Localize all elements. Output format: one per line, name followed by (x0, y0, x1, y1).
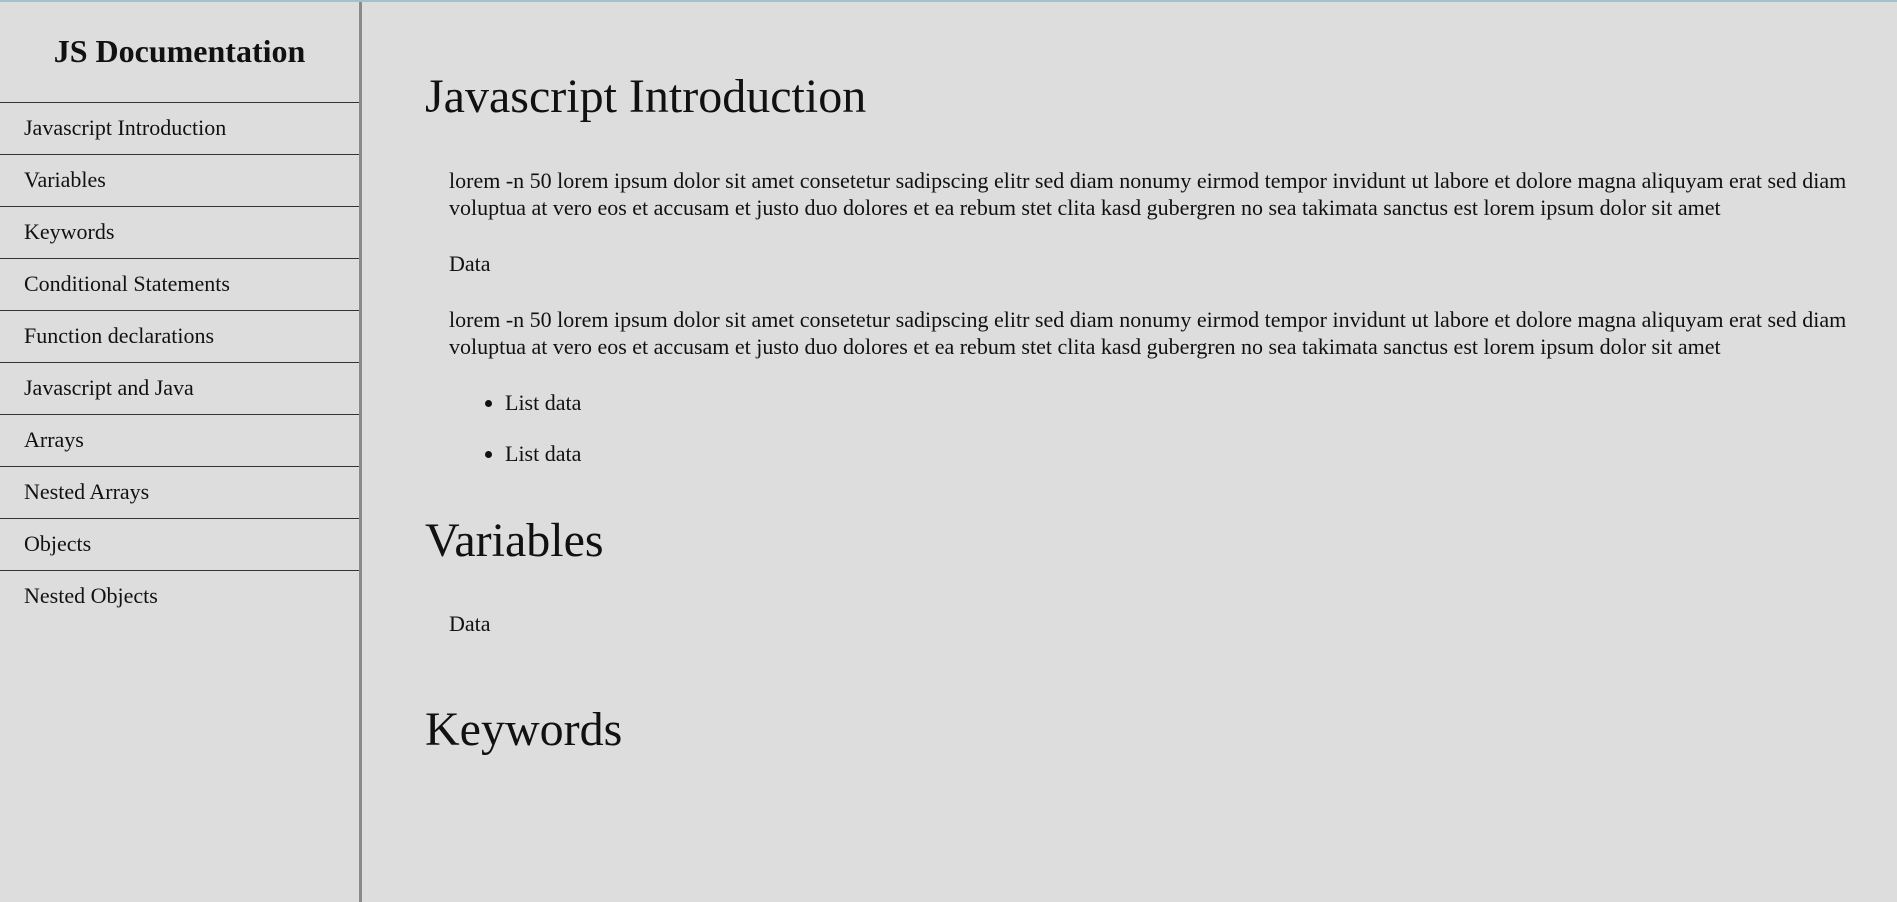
section-paragraph: lorem -n 50 lorem ipsum dolor sit amet c… (449, 307, 1847, 359)
section-variables: Variables Data (362, 491, 1897, 637)
nav-item: Arrays (0, 415, 359, 467)
list-item: List data (505, 389, 1897, 416)
nav-link-javascript-and-java[interactable]: Javascript and Java (0, 363, 359, 414)
nav-link-conditional-statements[interactable]: Conditional Statements (0, 259, 359, 310)
nav-item: Javascript and Java (0, 363, 359, 415)
nav-link-arrays[interactable]: Arrays (0, 415, 359, 466)
nav-item: Nested Arrays (0, 467, 359, 519)
nav-item: Keywords (0, 207, 359, 259)
section-paragraph: lorem -n 50 lorem ipsum dolor sit amet c… (449, 168, 1847, 220)
nav-item: Variables (0, 155, 359, 207)
nav-link-keywords[interactable]: Keywords (0, 207, 359, 258)
nav-link-function-declarations[interactable]: Function declarations (0, 311, 359, 362)
nav-item: Function declarations (0, 311, 359, 363)
section-paragraph: Data (449, 251, 491, 276)
nav-list: Javascript Introduction Variables Keywor… (0, 103, 359, 623)
section-heading: Variables (425, 514, 604, 567)
sidebar-title: JS Documentation (0, 2, 359, 103)
nav-item: Nested Objects (0, 571, 359, 623)
section-heading: Keywords (425, 703, 623, 756)
section-paragraph: Data (449, 611, 491, 636)
nav-item: Conditional Statements (0, 259, 359, 311)
nav-link-javascript-introduction[interactable]: Javascript Introduction (0, 103, 359, 154)
nav-link-nested-arrays[interactable]: Nested Arrays (0, 467, 359, 518)
nav-link-variables[interactable]: Variables (0, 155, 359, 206)
nav-link-objects[interactable]: Objects (0, 519, 359, 570)
sidebar-nav: JS Documentation Javascript Introduction… (0, 2, 362, 902)
nav-item: Javascript Introduction (0, 103, 359, 155)
nav-item: Objects (0, 519, 359, 571)
section-keywords: Keywords (362, 637, 1897, 754)
main-doc: Javascript Introduction lorem -n 50 lore… (362, 2, 1897, 902)
list-item: List data (505, 440, 1897, 467)
section-heading: Javascript Introduction (425, 70, 867, 123)
nav-link-nested-objects[interactable]: Nested Objects (0, 571, 359, 622)
section-javascript-introduction: Javascript Introduction lorem -n 50 lore… (362, 2, 1897, 467)
section-list: List data List data (425, 389, 1897, 467)
